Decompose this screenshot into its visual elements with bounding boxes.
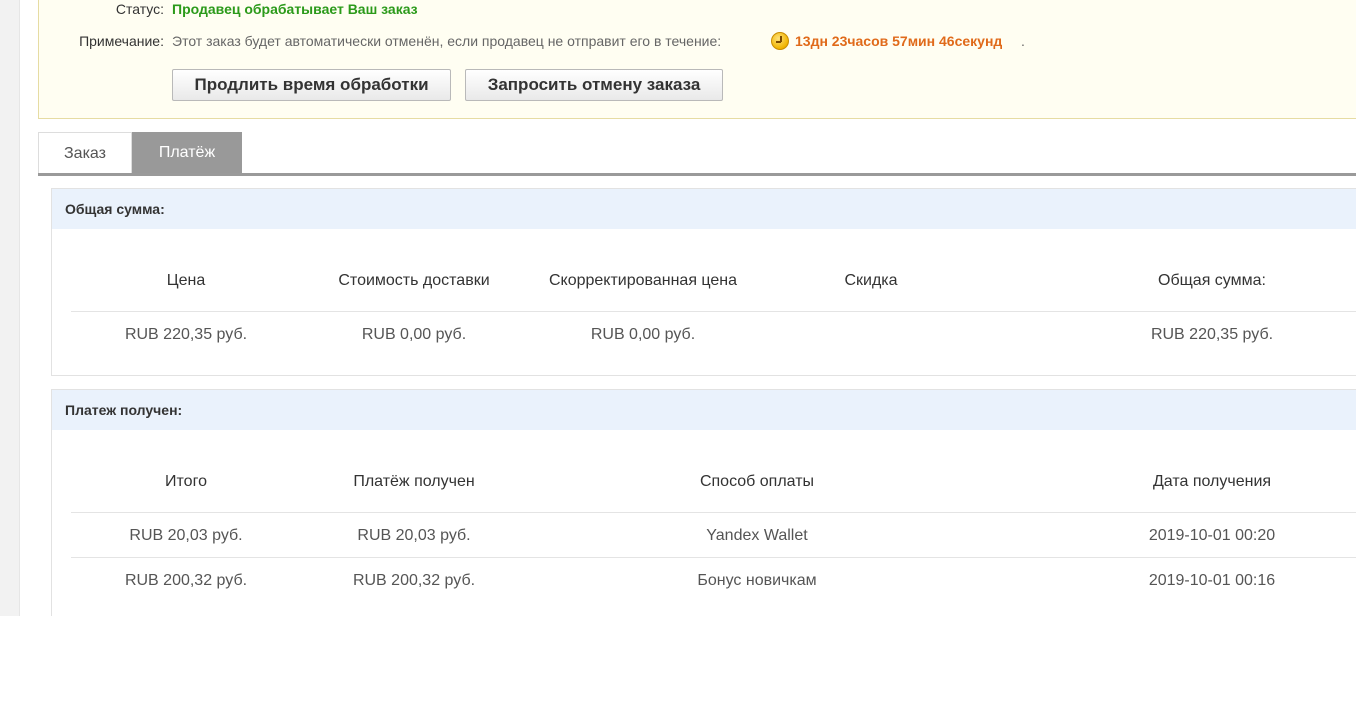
payment-row-2-subtotal: RUB 200,32 руб. <box>124 572 248 589</box>
payment-row-2-received: RUB 200,32 руб. <box>352 572 476 589</box>
total-panel: Общая сумма: Цена Стоимость доставки Ско… <box>51 188 1356 376</box>
header-price: Цена <box>166 272 206 289</box>
total-sum-value: RUB 220,35 руб. <box>1150 326 1274 343</box>
header-shipping-cost: Стоимость доставки <box>338 272 490 289</box>
header-subtotal: Итого <box>165 473 207 490</box>
payment-panel-title: Платеж получен: <box>52 390 1356 430</box>
timer-icon <box>771 32 789 50</box>
row-divider <box>71 512 1356 513</box>
header-payment-received: Платёж получен <box>353 473 475 490</box>
countdown-timer: 13дн 23часов 57мин 46секунд <box>795 33 1003 49</box>
payment-row-2-date: 2019-10-01 00:16 <box>1148 572 1276 589</box>
status-value: Продавец обрабатывает Ваш заказ <box>172 1 418 17</box>
note-text: Этот заказ будет автоматически отменён, … <box>172 33 722 49</box>
tab-order[interactable]: Заказ <box>38 132 132 174</box>
total-price-value: RUB 220,35 руб. <box>124 326 248 343</box>
row-divider <box>71 557 1356 558</box>
request-cancel-button[interactable]: Запросить отмену заказа <box>465 69 723 101</box>
total-panel-title: Общая сумма: <box>52 189 1356 229</box>
payment-row-1-method: Yandex Wallet <box>706 527 808 544</box>
header-payment-method: Способ оплаты <box>699 473 815 490</box>
adjusted-price-value: RUB 0,00 руб. <box>590 326 696 343</box>
payment-row-1-received: RUB 20,03 руб. <box>357 527 471 544</box>
payment-row-2-method: Бонус новичкам <box>697 572 817 589</box>
payment-row-1-date: 2019-10-01 00:20 <box>1148 527 1276 544</box>
payment-row-1-subtotal: RUB 20,03 руб. <box>129 527 243 544</box>
header-received-date: Дата получения <box>1152 473 1272 490</box>
order-status-box: Статус: Продавец обрабатывает Ваш заказ … <box>38 0 1356 119</box>
row-divider <box>71 311 1356 312</box>
page-bottom-blank <box>0 616 1356 704</box>
tab-divider <box>38 173 1356 176</box>
tab-payment[interactable]: Платёж <box>132 132 242 174</box>
countdown-suffix: . <box>1021 33 1025 49</box>
header-total: Общая сумма: <box>1158 272 1266 289</box>
left-gutter <box>0 0 20 616</box>
extend-processing-button[interactable]: Продлить время обработки <box>172 69 451 101</box>
header-adjusted-price: Скорректированная цена <box>548 272 738 289</box>
note-label: Примечание: <box>79 33 164 49</box>
header-discount: Скидка <box>844 272 898 289</box>
shipping-cost-value: RUB 0,00 руб. <box>361 326 467 343</box>
status-label: Статус: <box>115 1 164 17</box>
payment-panel: Платеж получен: Итого Платёж получен Спо… <box>51 389 1356 629</box>
